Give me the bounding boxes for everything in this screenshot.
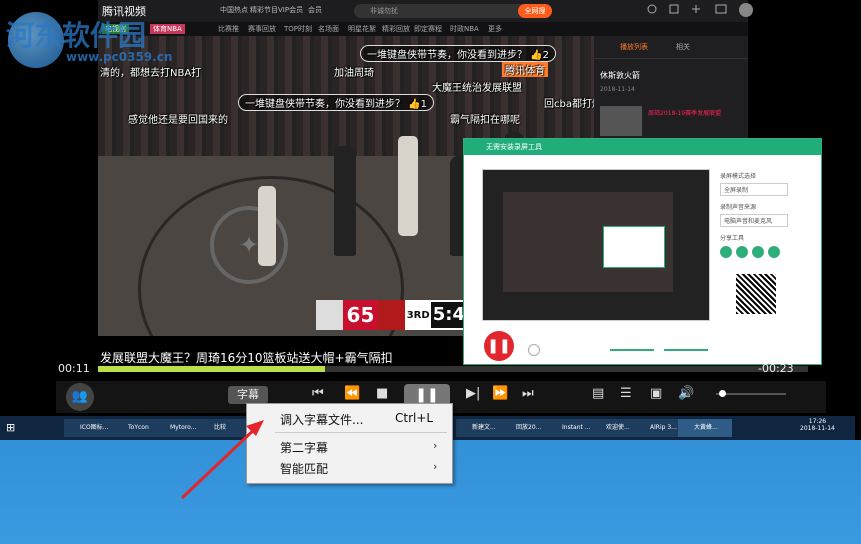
annotation-arrow bbox=[180, 420, 264, 500]
